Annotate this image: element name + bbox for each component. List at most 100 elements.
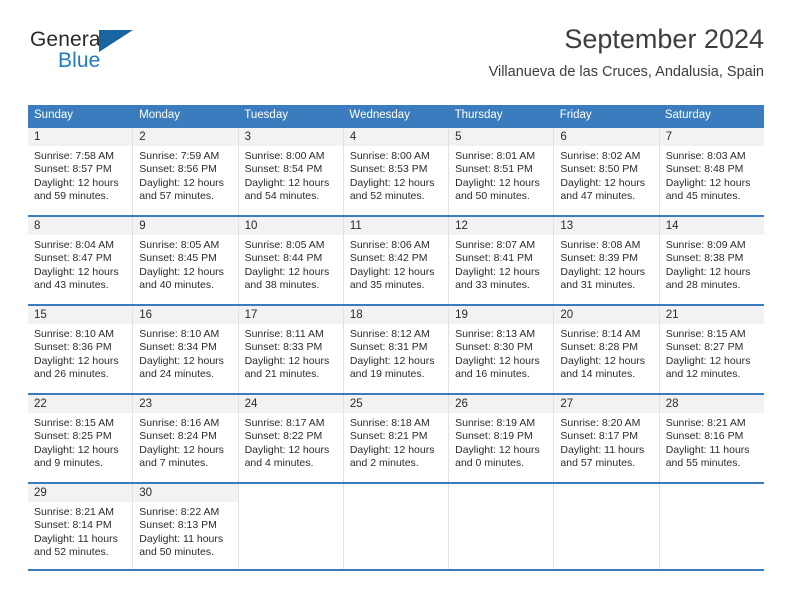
calendar-day-cell[interactable]: 12 Sunrise: 8:07 AM Sunset: 8:41 PM Dayligh… [449, 217, 555, 304]
calendar-day-cell[interactable]: 25 Sunrise: 8:18 AM Sunset: 8:21 PM Dayligh… [343, 395, 450, 482]
day-details: Sunrise: 8:19 AM Sunset: 8:19 PM Daylight:… [449, 413, 553, 471]
generalblue-logo[interactable]: General Blue [28, 28, 248, 84]
sunrise-text: Sunrise: 8:10 AM [139, 328, 220, 340]
daylight-text-line1: Daylight: 12 hours [349, 354, 435, 367]
calendar-day-cell[interactable]: 15 Sunrise: 8:10 AM Sunset: 8:36 PM Dayligh… [28, 306, 134, 393]
daylight-text-line1: Daylight: 12 hours [455, 265, 540, 278]
day-number: 9 [133, 217, 238, 235]
day-number: 12 [449, 217, 554, 235]
sunrise-text: Sunrise: 8:04 AM [34, 239, 114, 251]
day-number: 17 [238, 306, 343, 324]
daylight-text-line1: Daylight: 11 hours [139, 532, 224, 545]
calendar-day-cell[interactable]: 27 Sunrise: 8:20 AM Sunset: 8:17 PM Dayligh… [554, 395, 660, 482]
sunset-text: Sunset: 8:22 PM [244, 430, 323, 443]
calendar-day-cell[interactable]: 3 Sunrise: 8:00 AM Sunset: 8:54 PM Daylight… [238, 128, 344, 215]
day-number: 16 [133, 306, 238, 324]
day-details: Sunrise: 8:10 AM Sunset: 8:36 PM Daylight:… [28, 324, 132, 382]
day-number: 24 [238, 395, 343, 413]
daylight-text-line1: Daylight: 11 hours [665, 443, 750, 456]
calendar-day-cell[interactable]: 5 Sunrise: 8:01 AM Sunset: 8:51 PM Daylight… [449, 128, 555, 215]
day-details: Sunrise: 8:21 AM Sunset: 8:16 PM Daylight:… [660, 413, 764, 471]
calendar-day-cell[interactable]: 22 Sunrise: 8:15 AM Sunset: 8:25 PM Dayligh… [28, 395, 134, 482]
daylight-text-line1: Daylight: 12 hours [455, 443, 540, 456]
column-header-tuesday: Tuesday [244, 109, 288, 121]
sunset-text: Sunset: 8:45 PM [139, 252, 217, 265]
day-number: 4 [343, 128, 449, 146]
daylight-text-line1: Daylight: 12 hours [349, 265, 435, 278]
daylight-text-line2: and 45 minutes. [665, 190, 741, 203]
sunrise-text: Sunrise: 8:14 AM [560, 328, 641, 340]
calendar-day-cell[interactable]: 20 Sunrise: 8:14 AM Sunset: 8:28 PM Dayligh… [554, 306, 660, 393]
calendar-day-cell[interactable]: 7 Sunrise: 8:03 AM Sunset: 8:48 PM Daylight… [659, 128, 764, 215]
day-details: Sunrise: 8:21 AM Sunset: 8:14 PM Daylight:… [28, 502, 132, 560]
day-number: 22 [28, 395, 133, 413]
day-details: Sunrise: 8:16 AM Sunset: 8:24 PM Daylight:… [133, 413, 237, 471]
calendar-day-cell[interactable]: 21 Sunrise: 8:15 AM Sunset: 8:27 PM Dayligh… [659, 306, 764, 393]
daylight-text-line2: and 21 minutes. [244, 368, 320, 381]
daylight-text-line1: Daylight: 12 hours [560, 176, 646, 189]
day-details: Sunrise: 8:18 AM Sunset: 8:21 PM Daylight:… [344, 413, 448, 471]
calendar-day-cell[interactable]: 26 Sunrise: 8:19 AM Sunset: 8:19 PM Dayligh… [449, 395, 555, 482]
calendar-day-cell-empty [239, 484, 344, 569]
sunset-text: Sunset: 8:27 PM [665, 341, 744, 354]
day-details: Sunrise: 8:12 AM Sunset: 8:31 PM Daylight:… [344, 324, 448, 382]
calendar-day-cell[interactable]: 17 Sunrise: 8:11 AM Sunset: 8:33 PM Dayligh… [238, 306, 344, 393]
sunrise-text: Sunrise: 8:09 AM [665, 239, 746, 251]
calendar-day-cell[interactable]: 11 Sunrise: 8:06 AM Sunset: 8:42 PM Dayligh… [343, 217, 450, 304]
day-details: Sunrise: 8:14 AM Sunset: 8:28 PM Daylight:… [554, 324, 658, 382]
daylight-text-line1: Daylight: 12 hours [455, 354, 540, 367]
calendar-day-cell[interactable]: 2 Sunrise: 7:59 AM Sunset: 8:56 PM Daylight… [133, 128, 239, 215]
day-details: Sunrise: 8:00 AM Sunset: 8:54 PM Daylight:… [239, 146, 343, 204]
calendar-day-cell[interactable]: 4 Sunrise: 8:00 AM Sunset: 8:53 PM Daylight… [343, 128, 450, 215]
day-number [449, 484, 553, 502]
calendar-day-cell[interactable]: 30 Sunrise: 8:22 AM Sunset: 8:13 PM Dayligh… [133, 484, 239, 569]
day-details: Sunrise: 8:02 AM Sunset: 8:50 PM Daylight:… [554, 146, 658, 204]
daylight-text-line2: and 35 minutes. [349, 279, 425, 292]
sunset-text: Sunset: 8:42 PM [349, 252, 428, 265]
daylight-text-line2: and 12 minutes. [665, 368, 741, 381]
calendar-day-cell[interactable]: 28 Sunrise: 8:21 AM Sunset: 8:16 PM Dayligh… [659, 395, 764, 482]
calendar-day-cell[interactable]: 18 Sunrise: 8:12 AM Sunset: 8:31 PM Dayligh… [343, 306, 450, 393]
daylight-text-line2: and 16 minutes. [455, 368, 530, 381]
calendar-day-cell[interactable]: 9 Sunrise: 8:05 AM Sunset: 8:45 PM Daylight… [133, 217, 239, 304]
calendar-day-cell[interactable]: 16 Sunrise: 8:10 AM Sunset: 8:34 PM Dayligh… [133, 306, 239, 393]
sunset-text: Sunset: 8:25 PM [34, 430, 112, 443]
sunrise-text: Sunrise: 8:01 AM [455, 150, 536, 162]
logo-triangle-icon [99, 30, 133, 52]
sunset-text: Sunset: 8:34 PM [139, 341, 217, 354]
calendar-day-cell[interactable]: 13 Sunrise: 8:08 AM Sunset: 8:39 PM Dayligh… [554, 217, 660, 304]
page-subtitle: Villanueva de las Cruces, Andalusia, Spa… [488, 64, 764, 80]
daylight-text-line2: and 52 minutes. [349, 190, 425, 203]
day-number: 15 [28, 306, 133, 324]
calendar-day-cell[interactable]: 23 Sunrise: 8:16 AM Sunset: 8:24 PM Dayligh… [133, 395, 239, 482]
calendar-day-cell[interactable]: 19 Sunrise: 8:13 AM Sunset: 8:30 PM Dayligh… [449, 306, 555, 393]
calendar-day-cell[interactable]: 29 Sunrise: 8:21 AM Sunset: 8:14 PM Dayligh… [28, 484, 134, 569]
day-details: Sunrise: 8:05 AM Sunset: 8:44 PM Daylight:… [239, 235, 343, 293]
day-number: 29 [28, 484, 133, 502]
calendar-header-row: Sunday Monday Tuesday Wednesday Thursday… [28, 105, 764, 126]
daylight-text-line2: and 40 minutes. [139, 279, 214, 292]
calendar-day-cell[interactable]: 14 Sunrise: 8:09 AM Sunset: 8:38 PM Dayligh… [659, 217, 764, 304]
sunset-text: Sunset: 8:53 PM [349, 163, 428, 176]
calendar-day-cell[interactable]: 24 Sunrise: 8:17 AM Sunset: 8:22 PM Dayligh… [238, 395, 344, 482]
day-number: 18 [343, 306, 449, 324]
column-header-thursday: Thursday [454, 109, 503, 121]
sunrise-text: Sunrise: 8:08 AM [560, 239, 641, 251]
day-number: 10 [238, 217, 343, 235]
day-number: 20 [554, 306, 659, 324]
sunset-text: Sunset: 8:31 PM [349, 341, 428, 354]
sunset-text: Sunset: 8:19 PM [455, 430, 533, 443]
daylight-text-line2: and 0 minutes. [455, 457, 525, 470]
daylight-text-line1: Daylight: 12 hours [34, 443, 119, 456]
day-details: Sunrise: 8:08 AM Sunset: 8:39 PM Daylight:… [554, 235, 658, 293]
day-details: Sunrise: 8:05 AM Sunset: 8:45 PM Daylight:… [133, 235, 237, 293]
calendar-day-cell[interactable]: 6 Sunrise: 8:02 AM Sunset: 8:50 PM Daylight… [554, 128, 660, 215]
sunrise-text: Sunrise: 8:17 AM [244, 417, 325, 429]
day-details: Sunrise: 8:17 AM Sunset: 8:22 PM Daylight:… [239, 413, 343, 471]
calendar-day-cell[interactable]: 1 Sunrise: 7:58 AM Sunset: 8:57 PM Daylight… [28, 128, 134, 215]
sunrise-text: Sunrise: 8:02 AM [560, 150, 641, 162]
calendar-day-cell[interactable]: 10 Sunrise: 8:05 AM Sunset: 8:44 PM Dayligh… [238, 217, 344, 304]
calendar-day-cell[interactable]: 8 Sunrise: 8:04 AM Sunset: 8:47 PM Daylight… [28, 217, 134, 304]
day-details: Sunrise: 8:04 AM Sunset: 8:47 PM Daylight:… [28, 235, 132, 293]
sunset-text: Sunset: 8:28 PM [560, 341, 639, 354]
